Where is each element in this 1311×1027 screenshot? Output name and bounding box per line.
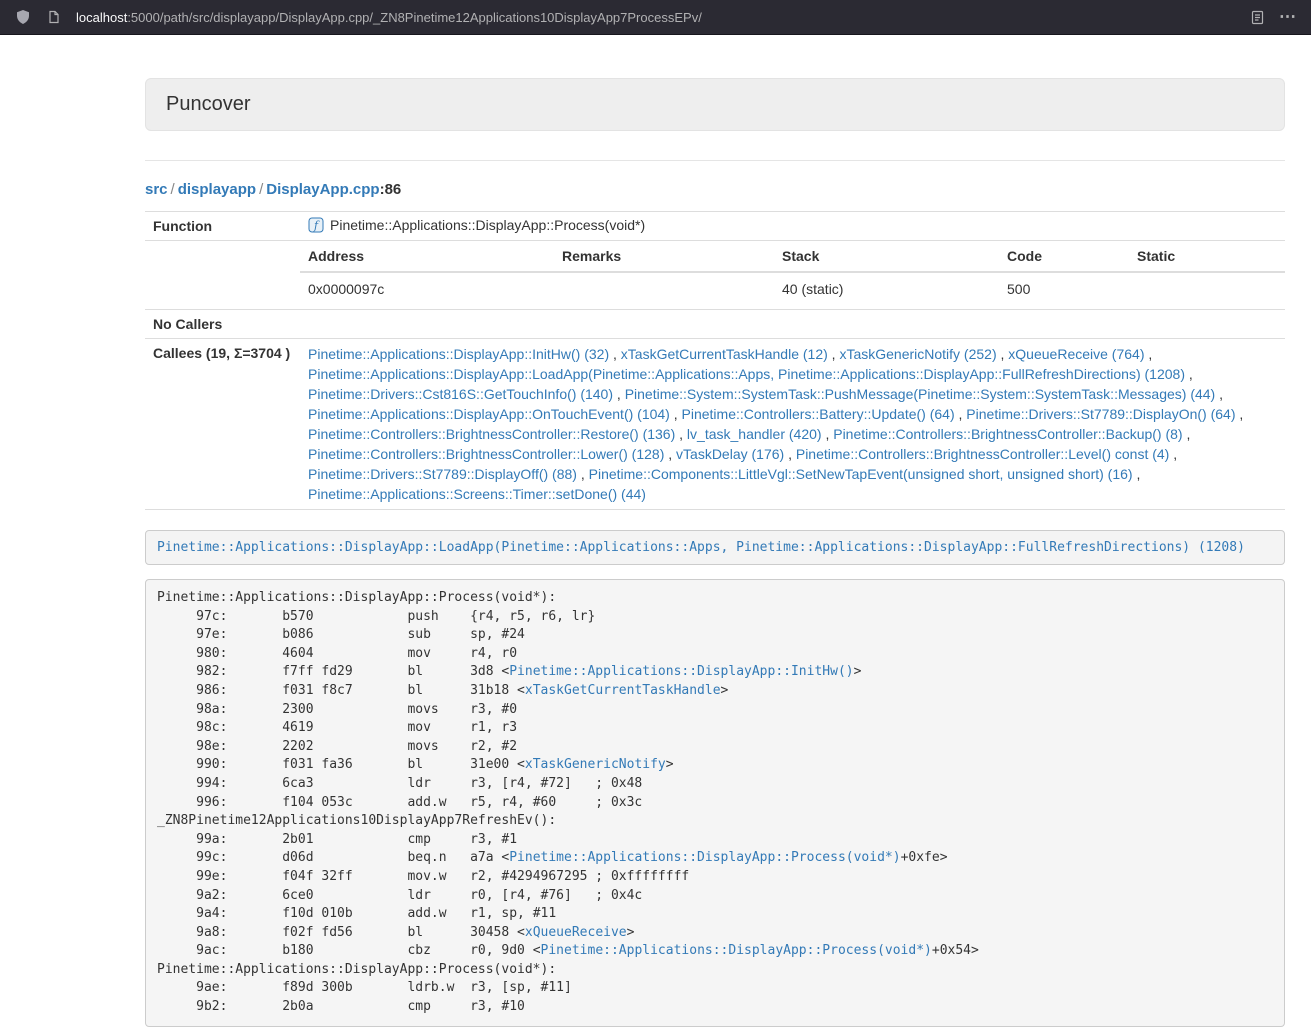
col-remarks: Remarks bbox=[554, 241, 774, 272]
breadcrumb-item-displayapp[interactable]: displayapp bbox=[178, 181, 256, 198]
static-value bbox=[1129, 272, 1285, 309]
no-callers-value bbox=[300, 310, 1285, 339]
callee-separator: , bbox=[784, 446, 796, 462]
callee-separator: , bbox=[670, 406, 682, 422]
page-icon[interactable] bbox=[43, 6, 65, 28]
disassembly-symbol-link[interactable]: Pinetime::Applications::DisplayApp::Proc… bbox=[509, 850, 900, 865]
detail-header-row: Address Remarks Stack Code Static bbox=[300, 241, 1285, 272]
url-host: localhost bbox=[76, 10, 127, 25]
disassembly-symbol-link[interactable]: xTaskGenericNotify bbox=[525, 757, 666, 772]
browser-chrome: localhost:5000/path/src/displayapp/Displ… bbox=[0, 0, 1311, 35]
breadcrumb-separator: / bbox=[256, 181, 266, 198]
shield-icon[interactable] bbox=[12, 6, 34, 28]
callee-separator: , bbox=[1215, 386, 1223, 402]
no-callers-label: No Callers bbox=[145, 310, 300, 339]
callee-separator: , bbox=[955, 406, 967, 422]
callee-link[interactable]: Pinetime::Drivers::St7789::DisplayOn() (… bbox=[966, 406, 1235, 422]
disassembly: Pinetime::Applications::DisplayApp::Proc… bbox=[145, 579, 1285, 1027]
callee-link[interactable]: Pinetime::System::SystemTask::PushMessag… bbox=[625, 386, 1216, 402]
callees-row-label: Callees (19, Σ=3704 ) bbox=[145, 339, 300, 510]
callee-link[interactable]: vTaskDelay (176) bbox=[676, 446, 784, 462]
col-address: Address bbox=[300, 241, 554, 272]
code-value: 500 bbox=[999, 272, 1129, 309]
address-value: 0x0000097c bbox=[300, 272, 554, 309]
callee-separator: , bbox=[997, 346, 1009, 362]
main-content: Puncover src/displayapp/DisplayApp.cpp:8… bbox=[145, 78, 1285, 1027]
remarks-value bbox=[554, 272, 774, 309]
reader-view-icon[interactable] bbox=[1246, 6, 1268, 28]
callee-link[interactable]: Pinetime::Applications::DisplayApp::Load… bbox=[308, 366, 1185, 382]
callee-separator: , bbox=[675, 426, 687, 442]
table-row: Callees (19, Σ=3704 ) Pinetime::Applicat… bbox=[145, 339, 1285, 510]
disassembly-symbol-link[interactable]: Pinetime::Applications::DisplayApp::Init… bbox=[509, 664, 853, 679]
empty-row-label bbox=[145, 241, 300, 310]
callees-list: Pinetime::Applications::DisplayApp::Init… bbox=[308, 344, 1277, 504]
page-header: Puncover bbox=[145, 78, 1285, 131]
stack-value: 40 (static) bbox=[774, 272, 999, 309]
callee-link[interactable]: xTaskGetCurrentTaskHandle (12) bbox=[621, 346, 828, 362]
disassembly-symbol-link[interactable]: Pinetime::Applications::DisplayApp::Proc… bbox=[541, 943, 932, 958]
callee-link[interactable]: Pinetime::Controllers::BrightnessControl… bbox=[796, 446, 1169, 462]
function-row-label: Function bbox=[145, 212, 300, 241]
callee-separator: , bbox=[1236, 406, 1244, 422]
callee-link[interactable]: Pinetime::Applications::Screens::Timer::… bbox=[308, 486, 646, 502]
more-menu-icon[interactable]: ⋯ bbox=[1277, 6, 1299, 28]
callee-separator: , bbox=[577, 466, 589, 482]
function-icon: f bbox=[308, 217, 324, 233]
callee-link[interactable]: Pinetime::Applications::DisplayApp::Init… bbox=[308, 346, 609, 362]
url-bar[interactable]: localhost:5000/path/src/displayapp/Displ… bbox=[76, 10, 702, 25]
detail-value-row: 0x0000097c 40 (static) 500 bbox=[300, 272, 1285, 309]
callee-link[interactable]: lv_task_handler (420) bbox=[687, 426, 822, 442]
table-row: No Callers bbox=[145, 310, 1285, 339]
callee-link[interactable]: Pinetime::Controllers::Battery::Update()… bbox=[682, 406, 955, 422]
function-name: Pinetime::Applications::DisplayApp::Proc… bbox=[330, 217, 645, 233]
callee-separator: , bbox=[664, 446, 676, 462]
callee-separator: , bbox=[828, 346, 840, 362]
table-row: Function f Pinetime::Applications::Displ… bbox=[145, 212, 1285, 241]
callee-link[interactable]: Pinetime::Components::LittleVgl::SetNewT… bbox=[589, 466, 1133, 482]
callee-separator: , bbox=[1185, 366, 1193, 382]
disassembly-symbol-link[interactable]: xQueueReceive bbox=[525, 925, 627, 940]
callee-separator: , bbox=[1133, 466, 1141, 482]
table-row: Address Remarks Stack Code Static 0x0000… bbox=[145, 241, 1285, 310]
divider bbox=[145, 160, 1285, 161]
callee-separator: , bbox=[1183, 426, 1191, 442]
callee-link[interactable]: xQueueReceive (764) bbox=[1008, 346, 1144, 362]
col-static: Static bbox=[1129, 241, 1285, 272]
function-table: Function f Pinetime::Applications::Displ… bbox=[145, 211, 1285, 510]
callee-link[interactable]: Pinetime::Drivers::Cst816S::GetTouchInfo… bbox=[308, 386, 613, 402]
callee-link[interactable]: xTaskGenericNotify (252) bbox=[839, 346, 996, 362]
function-detail-table: Address Remarks Stack Code Static 0x0000… bbox=[300, 241, 1285, 309]
breadcrumb-item-file[interactable]: DisplayApp.cpp bbox=[266, 181, 379, 198]
highlighted-callee: Pinetime::Applications::DisplayApp::Load… bbox=[145, 530, 1285, 565]
page-title: Puncover bbox=[166, 93, 251, 115]
breadcrumb-line-number: :86 bbox=[380, 181, 402, 198]
highlighted-callee-link[interactable]: Pinetime::Applications::DisplayApp::Load… bbox=[157, 540, 1245, 555]
disassembly-symbol-link[interactable]: xTaskGetCurrentTaskHandle bbox=[525, 683, 721, 698]
breadcrumb-item-src[interactable]: src bbox=[145, 181, 168, 198]
callee-link[interactable]: Pinetime::Controllers::BrightnessControl… bbox=[833, 426, 1182, 442]
callee-link[interactable]: Pinetime::Drivers::St7789::DisplayOff() … bbox=[308, 466, 577, 482]
callee-separator: , bbox=[613, 386, 625, 402]
callee-separator: , bbox=[1169, 446, 1177, 462]
breadcrumb: src/displayapp/DisplayApp.cpp:86 bbox=[145, 181, 1285, 198]
callee-link[interactable]: Pinetime::Applications::DisplayApp::OnTo… bbox=[308, 406, 670, 422]
callee-separator: , bbox=[822, 426, 834, 442]
callee-link[interactable]: Pinetime::Controllers::BrightnessControl… bbox=[308, 426, 675, 442]
callee-separator: , bbox=[1144, 346, 1152, 362]
callee-link[interactable]: Pinetime::Controllers::BrightnessControl… bbox=[308, 446, 664, 462]
callee-separator: , bbox=[609, 346, 621, 362]
breadcrumb-separator: / bbox=[168, 181, 178, 198]
col-code: Code bbox=[999, 241, 1129, 272]
col-stack: Stack bbox=[774, 241, 999, 272]
url-path: :5000/path/src/displayapp/DisplayApp.cpp… bbox=[127, 10, 702, 25]
